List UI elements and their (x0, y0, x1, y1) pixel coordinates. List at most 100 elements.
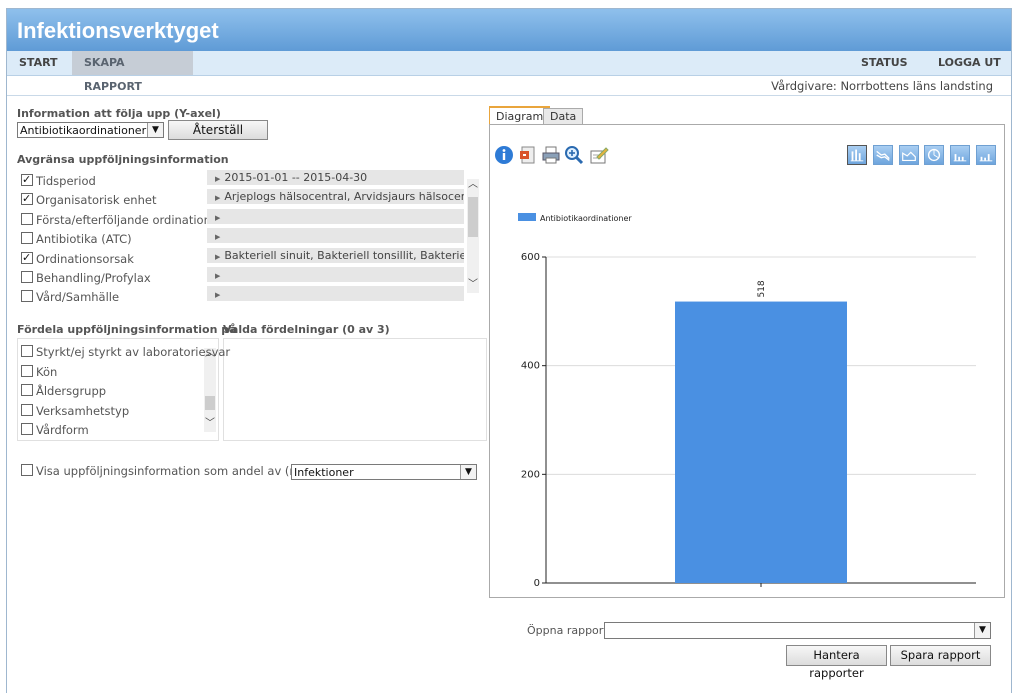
limit-checkbox[interactable] (21, 212, 33, 225)
line-chart-icon[interactable] (873, 145, 893, 165)
reset-button[interactable]: Återställ (168, 120, 268, 140)
distribute-option-label: Styrkt/ej styrkt av laboratoriesvar (36, 345, 231, 359)
distribute-option[interactable]: Styrkt/ej styrkt av laboratoriesvar (21, 343, 230, 361)
distribute-option-label: Vårdform (36, 423, 89, 437)
manage-reports-button[interactable]: Hantera rapporter (786, 645, 887, 680)
limit-value-row[interactable]: ▶ (207, 286, 464, 302)
limit-option[interactable]: Vård/Samhälle (21, 288, 119, 306)
bar[interactable] (675, 301, 847, 583)
y-tick-label: 200 (521, 469, 540, 480)
distribute-checkbox[interactable] (21, 364, 33, 377)
limit-option[interactable]: Organisatorisk enhet (21, 190, 157, 209)
area-chart-icon[interactable] (899, 145, 919, 165)
legend-swatch (518, 213, 536, 221)
limit-value-row[interactable]: ▶ Arjeplogs hälsocentral, Arvidsjaurs häl… (207, 189, 464, 205)
stacked-chart-icon[interactable] (976, 145, 996, 165)
nav-status[interactable]: STATUS (861, 51, 908, 75)
caret-right-icon: ▶ (215, 233, 221, 242)
chevron-down-icon: ▼ (147, 123, 163, 137)
scroll-down-icon[interactable]: ﹀ (204, 418, 216, 430)
limit-checkbox[interactable] (21, 190, 33, 208)
distribute-checkbox[interactable] (21, 384, 33, 396)
share-selected: Infektioner (294, 466, 354, 479)
legend-label: Antibiotikaordinationer (540, 214, 632, 223)
app-header: Infektionsverktyget (7, 9, 1011, 51)
bar-chart-icon[interactable] (847, 145, 867, 165)
limit-value-row[interactable]: ▶ 2015-01-01 -- 2015-04-30 (207, 170, 464, 185)
yaxis-select[interactable]: Antibiotikaordinationer ▼ (17, 122, 164, 138)
limit-value-row[interactable]: ▶ (207, 228, 464, 244)
distribute-checkbox[interactable] (21, 345, 33, 357)
share-select[interactable]: Infektioner ▼ (291, 464, 477, 480)
nav-create-report[interactable]: SKAPA RAPPORT (72, 51, 193, 93)
distribute-option-label: Verksamhetstyp (36, 403, 130, 418)
column-chart-icon[interactable] (950, 145, 970, 165)
info-icon[interactable] (494, 145, 514, 165)
limit-checkbox[interactable] (21, 290, 33, 303)
limit-option[interactable]: Tidsperiod (21, 171, 96, 190)
limit-option[interactable]: Antibiotika (ATC) (21, 230, 132, 248)
distribute-checkbox[interactable] (21, 423, 33, 435)
share-checkbox[interactable] (21, 464, 33, 476)
scroll-up-icon[interactable]: ︿ (467, 179, 479, 191)
limit-checkbox[interactable] (21, 271, 33, 283)
limit-option-label: Ordinationsorsak (36, 251, 134, 266)
print-icon[interactable] (541, 145, 561, 165)
distribute-checkbox[interactable] (21, 403, 33, 416)
chevron-down-icon: ▼ (460, 465, 476, 479)
distribute-option-label: Åldersgrupp (36, 384, 107, 398)
distribute-option[interactable]: Vårdform (21, 421, 89, 439)
zoom-icon[interactable] (564, 145, 584, 165)
limit-option-label: Första/efterföljande ordination (36, 212, 211, 227)
chevron-down-icon: ▼ (974, 623, 990, 638)
chart-panel: Antibiotikaordinationer 0 200 400 600 518 (489, 124, 1005, 598)
distribute-option[interactable]: Åldersgrupp (21, 382, 106, 400)
y-tick-label: 400 (521, 361, 540, 372)
selected-dist-label: Valda fördelningar (0 av 3) (223, 323, 390, 336)
data-label: 518 (757, 280, 767, 297)
distribute-option[interactable]: Kön (21, 363, 57, 381)
limit-checkbox[interactable] (21, 249, 33, 267)
open-report-select[interactable]: ▼ (604, 622, 991, 639)
edit-icon[interactable] (589, 145, 609, 165)
limit-option-label: Vård/Samhälle (36, 290, 120, 305)
caret-right-icon: ▶ (215, 252, 221, 261)
scroll-thumb[interactable] (468, 197, 478, 237)
limit-value-row[interactable]: ▶ (207, 208, 464, 224)
scroll-thumb[interactable] (205, 396, 215, 410)
nav-start[interactable]: START (7, 51, 70, 75)
nav-logout[interactable]: LOGGA UT (938, 51, 1001, 75)
limit-option[interactable]: Behandling/Profylax (21, 269, 151, 287)
tab-diagram[interactable]: Diagram (489, 106, 551, 125)
limit-option-label: Behandling/Profylax (36, 271, 151, 285)
distribute-option-label: Kön (36, 364, 58, 379)
limit-option[interactable]: Ordinationsorsak (21, 249, 134, 268)
caret-right-icon: ▶ (215, 194, 221, 203)
limit-checkbox[interactable] (21, 171, 33, 189)
limit-label: Avgränsa uppföljningsinformation (17, 153, 229, 166)
pie-chart-icon[interactable] (924, 145, 944, 165)
y-tick-label: 600 (521, 252, 540, 263)
selected-dist-box[interactable] (223, 338, 487, 441)
limit-value-row[interactable]: ▶ (207, 267, 464, 282)
caret-right-icon: ▶ (215, 213, 221, 222)
limit-checkbox[interactable] (21, 232, 33, 245)
scroll-down-icon[interactable]: ﹀ (467, 279, 479, 291)
limit-option-label: Organisatorisk enhet (36, 193, 157, 208)
limit-option-label: Tidsperiod (36, 174, 96, 188)
save-report-button[interactable]: Spara rapport (890, 645, 991, 666)
main-nav: START SKAPA RAPPORT STATUS LOGGA UT (7, 51, 1011, 93)
open-report-label: Öppna rapport (527, 624, 608, 637)
caret-right-icon: ▶ (215, 175, 221, 183)
divider (7, 95, 1011, 96)
caret-right-icon: ▶ (215, 272, 221, 280)
distribute-option[interactable]: Verksamhetstyp (21, 402, 129, 420)
app-frame: Infektionsverktyget START SKAPA RAPPORT … (6, 8, 1012, 693)
limit-option[interactable]: Första/efterföljande ordination (21, 211, 211, 229)
limit-scrollbar[interactable]: ︿ ﹀ (467, 179, 479, 293)
export-icon[interactable] (518, 145, 538, 165)
tab-data[interactable]: Data (543, 108, 584, 124)
yaxis-selected: Antibiotikaordinationer (20, 124, 147, 137)
care-provider: Vårdgivare: Norrbottens läns landsting (771, 79, 993, 93)
limit-value-row[interactable]: ▶ Bakteriell sinuit, Bakteriell tonsillit… (207, 247, 464, 263)
